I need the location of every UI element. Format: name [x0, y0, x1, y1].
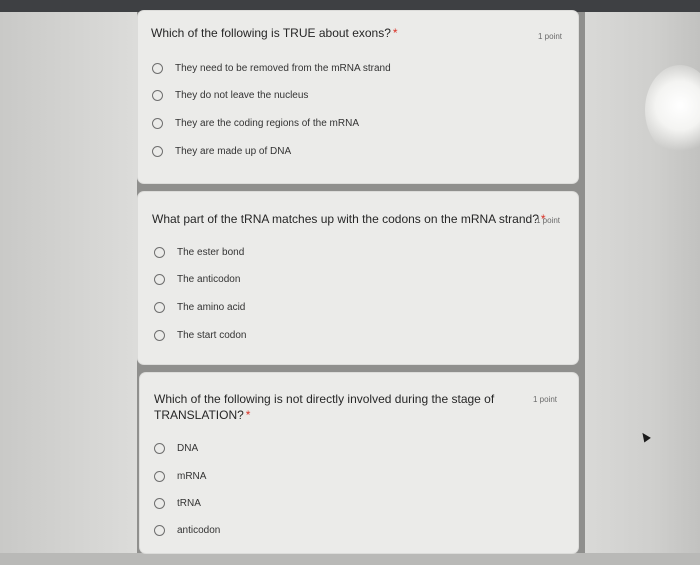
- option-label: They are the coding regions of the mRNA: [175, 117, 359, 129]
- option-label: The ester bond: [177, 246, 245, 258]
- option-label: They are made up of DNA: [175, 145, 292, 157]
- radio-button[interactable]: [154, 470, 165, 482]
- option-radio[interactable]: tRNA: [154, 495, 201, 511]
- option-radio[interactable]: They do not leave the nucleus: [152, 87, 308, 103]
- option-radio[interactable]: The anticodon: [154, 271, 240, 287]
- points-label: 1 point: [533, 395, 558, 404]
- required-asterisk: *: [392, 26, 398, 40]
- option-radio[interactable]: The amino acid: [154, 299, 245, 315]
- question-card-trna: What part of the tRNA matches up with th…: [138, 192, 578, 364]
- radio-button[interactable]: [152, 145, 163, 157]
- option-radio[interactable]: The start codon: [154, 327, 246, 343]
- option-label: The anticodon: [177, 273, 241, 285]
- radio-button[interactable]: [152, 89, 163, 101]
- question-title: Which of the following is not directly i…: [154, 391, 494, 423]
- option-radio[interactable]: They need to be removed from the mRNA st…: [152, 60, 391, 76]
- question-text: Which of the following is TRUE about exo…: [151, 26, 391, 40]
- option-label: They need to be removed from the mRNA st…: [175, 62, 391, 74]
- question-title: What part of the tRNA matches up with th…: [152, 211, 546, 227]
- radio-button[interactable]: [154, 273, 165, 285]
- question-title: Which of the following is TRUE about exo…: [151, 25, 398, 41]
- option-label: tRNA: [177, 497, 201, 509]
- question-card-translation: Which of the following is not directly i…: [140, 373, 578, 553]
- option-label: mRNA: [177, 470, 207, 482]
- radio-button[interactable]: [154, 329, 165, 341]
- radio-button[interactable]: [152, 117, 163, 129]
- option-label: They do not leave the nucleus: [175, 89, 309, 101]
- radio-button[interactable]: [154, 497, 165, 509]
- option-radio[interactable]: mRNA: [154, 468, 206, 484]
- option-label: The start codon: [177, 329, 247, 341]
- radio-button[interactable]: [154, 442, 165, 454]
- option-radio[interactable]: anticodon: [154, 522, 220, 538]
- points-label: 1 point: [536, 216, 561, 225]
- option-radio[interactable]: They are the coding regions of the mRNA: [152, 115, 359, 131]
- bottom-edge: [0, 553, 700, 565]
- points-label: 1 point: [538, 32, 563, 41]
- option-label: anticodon: [177, 524, 221, 536]
- option-radio[interactable]: They are made up of DNA: [152, 143, 291, 159]
- option-radio[interactable]: DNA: [154, 440, 198, 456]
- radio-button[interactable]: [154, 246, 165, 258]
- page-margin-left: [0, 12, 137, 565]
- option-label: The amino acid: [177, 301, 246, 313]
- radio-button[interactable]: [152, 62, 163, 74]
- option-label: DNA: [177, 442, 199, 454]
- question-card-exons: Which of the following is TRUE about exo…: [138, 11, 578, 183]
- radio-button[interactable]: [154, 301, 165, 313]
- required-asterisk: *: [245, 408, 251, 422]
- option-radio[interactable]: The ester bond: [154, 244, 244, 260]
- question-text: Which of the following is not directly i…: [154, 392, 495, 406]
- question-text: TRANSLATION?: [154, 408, 244, 422]
- question-text: What part of the tRNA matches up with th…: [152, 212, 539, 226]
- radio-button[interactable]: [154, 524, 165, 536]
